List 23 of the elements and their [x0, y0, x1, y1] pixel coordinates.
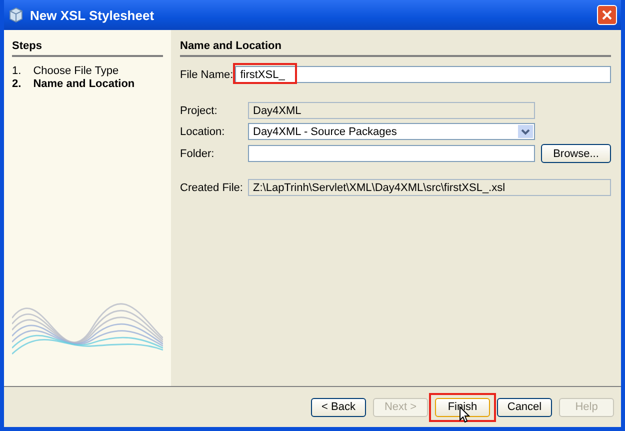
- steps-heading: Steps: [12, 40, 163, 57]
- field-label: File Name:: [180, 68, 234, 80]
- dialog-button[interactable]: Cancel: [497, 398, 552, 416]
- cube-icon: [8, 7, 24, 23]
- created-file-field: Z:\LapTrinh\Servlet\XML\Day4XML\src\firstXSL_.xsl: [248, 179, 611, 196]
- field-label: Location:: [180, 126, 226, 138]
- step-number: 1.: [12, 65, 22, 77]
- window-title: New XSL Stylesheet: [30, 8, 156, 22]
- step-label: Name and Location: [33, 78, 135, 90]
- field-label: Project:: [180, 104, 218, 116]
- project-field[interactable]: Day4XML: [248, 102, 535, 119]
- step-number: 2.: [12, 78, 22, 90]
- location-dropdown[interactable]: Day4XML - Source Packages: [248, 123, 535, 140]
- field-label: Folder:: [180, 148, 216, 160]
- section-heading: Name and Location: [180, 40, 611, 57]
- close-button[interactable]: [597, 5, 617, 25]
- step-label: Choose File Type: [33, 65, 119, 77]
- dialog-button[interactable]: < Back: [311, 398, 366, 416]
- field-label: Created File:: [180, 182, 244, 194]
- file-name-field[interactable]: firstXSL_: [235, 66, 611, 83]
- folder-field[interactable]: [248, 145, 535, 162]
- browse-button[interactable]: Browse...: [541, 144, 611, 163]
- close-icon: [601, 9, 613, 21]
